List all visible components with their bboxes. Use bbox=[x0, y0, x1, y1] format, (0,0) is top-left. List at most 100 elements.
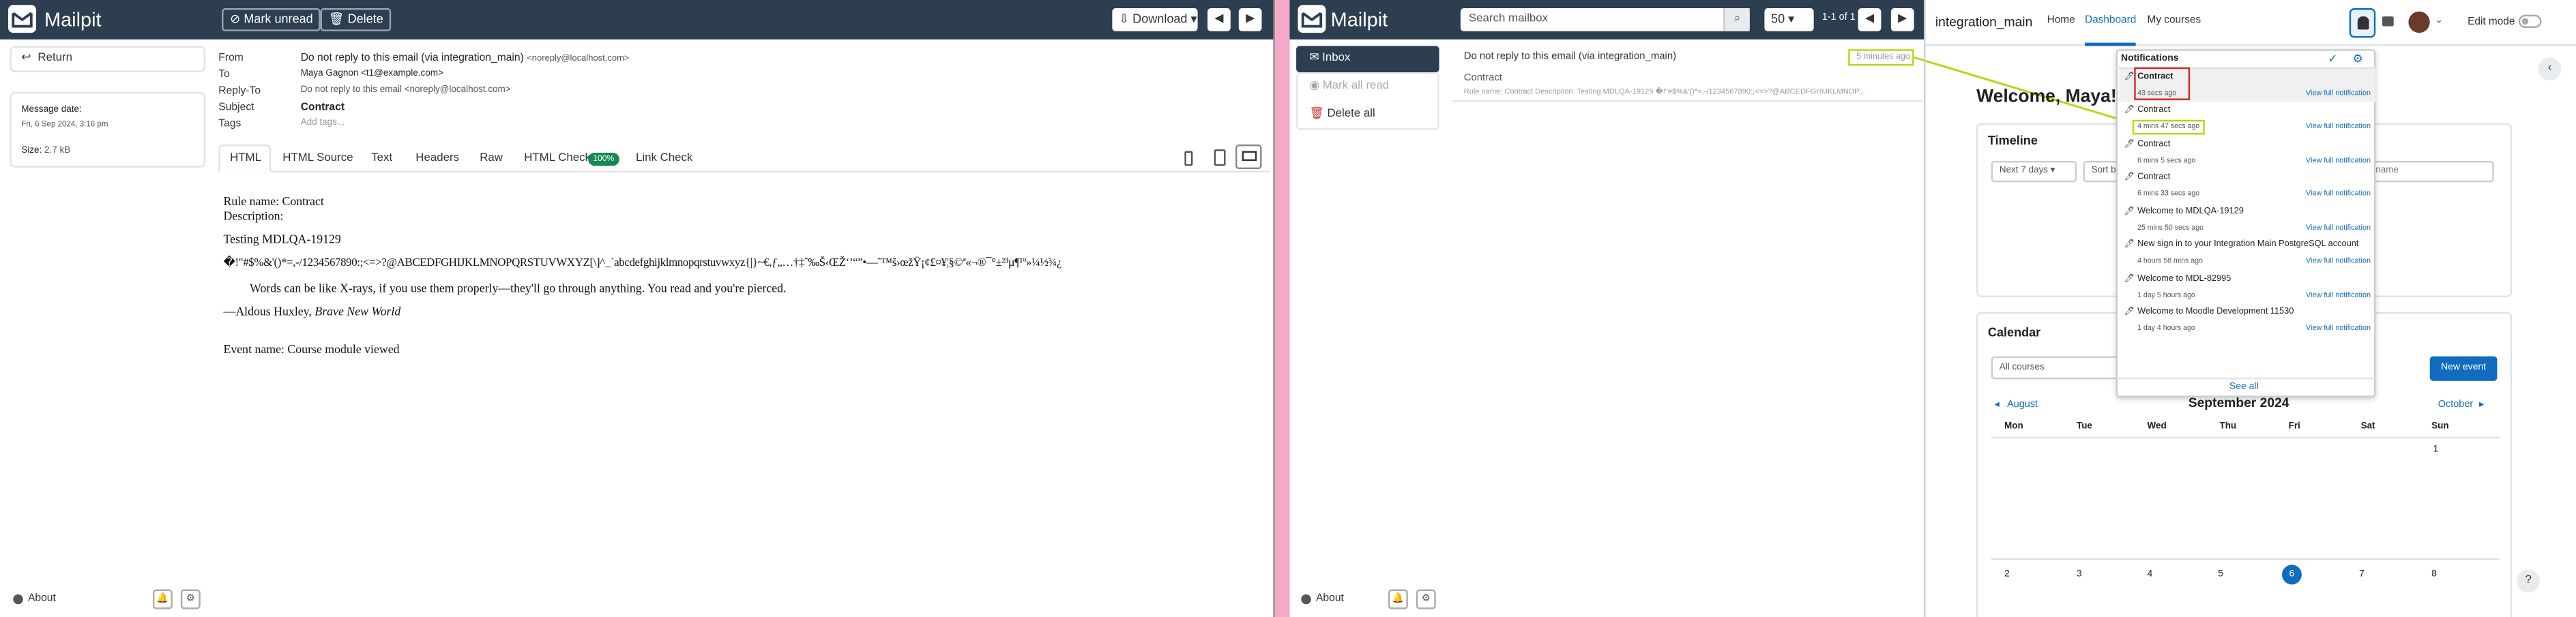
weekday-fri: Fri bbox=[2288, 421, 2300, 432]
notification-bell-button[interactable]: 🔔 bbox=[152, 589, 173, 610]
drawer-toggle-button[interactable]: ‹ bbox=[2538, 57, 2562, 81]
next-page-button[interactable]: ▶ bbox=[1890, 8, 1914, 31]
tab-link-check[interactable]: Link Check bbox=[636, 149, 692, 169]
calendar-prev-month[interactable]: ◂ August bbox=[1995, 399, 2038, 410]
weekday-tue: Tue bbox=[2076, 421, 2092, 432]
tab-raw[interactable]: Raw bbox=[480, 149, 503, 169]
calendar-day[interactable]: 3 bbox=[2077, 570, 2082, 580]
chevron-right-icon: ▶ bbox=[1246, 13, 1255, 25]
calendar-day[interactable]: 2 bbox=[2004, 570, 2010, 580]
chevron-down-icon[interactable]: ⌄ bbox=[2435, 15, 2443, 26]
mobile-view-icon[interactable] bbox=[1184, 151, 1193, 166]
tab-html-check[interactable]: HTML Check bbox=[524, 149, 591, 169]
notification-item[interactable]: 🖊 Welcome to MDL-82995 1 day 5 hours ago… bbox=[2120, 271, 2376, 303]
mailpit-brand[interactable]: Mailpit bbox=[44, 8, 102, 31]
notification-bell-button-2[interactable]: 🔔 bbox=[1388, 589, 1408, 610]
mailpit-logo-icon[interactable] bbox=[8, 5, 36, 33]
tab-headers[interactable]: Headers bbox=[415, 149, 459, 169]
tab-html-source[interactable]: HTML Source bbox=[282, 149, 353, 169]
download-button[interactable]: ⇩ Download ▾ bbox=[1112, 8, 1198, 31]
calendar-today[interactable]: 6 bbox=[2281, 565, 2302, 585]
nav-home[interactable]: Home bbox=[2047, 15, 2075, 27]
see-all-link[interactable]: See all bbox=[2229, 382, 2259, 392]
calendar-header-line bbox=[1991, 436, 2501, 438]
to-label: To bbox=[218, 69, 230, 81]
return-arrow-icon: ↩ bbox=[21, 52, 31, 64]
weekday-wed: Wed bbox=[2147, 421, 2167, 432]
notification-item[interactable]: 🖊 Welcome to Moodle Development 11530 1 … bbox=[2120, 304, 2376, 337]
mailpit-logo-icon-2[interactable] bbox=[1298, 5, 1326, 33]
about-link[interactable]: About bbox=[28, 592, 56, 604]
calendar-month-title: September 2024 bbox=[2188, 395, 2289, 411]
html-check-badge: 100% bbox=[588, 152, 619, 166]
bell-icon bbox=[2357, 16, 2369, 30]
timeline-search-input[interactable]: name bbox=[2369, 161, 2494, 183]
eye-slash-icon: ⊘ bbox=[230, 11, 244, 27]
notification-item[interactable]: 🖊 Contract 6 mins 5 secs ago View full n… bbox=[2120, 136, 2376, 169]
desktop-view-icon bbox=[1242, 151, 1257, 162]
notification-item[interactable]: 🖊 New sign in to your Integration Main P… bbox=[2120, 237, 2376, 269]
subject-value: Contract bbox=[300, 102, 345, 114]
pencil-icon: 🖊 bbox=[2124, 307, 2135, 317]
edit-mode-toggle[interactable] bbox=[2518, 14, 2542, 28]
tags-input[interactable]: Add tags... bbox=[301, 118, 345, 127]
calendar-courses-select[interactable]: All courses bbox=[1991, 356, 2120, 380]
pencil-icon: 🖊 bbox=[2124, 239, 2135, 250]
calendar-day[interactable]: 5 bbox=[2218, 570, 2223, 580]
tablet-view-icon[interactable] bbox=[1214, 149, 1226, 166]
middle-pane-border bbox=[1924, 0, 1926, 617]
nav-dashboard[interactable]: Dashboard bbox=[2085, 15, 2136, 27]
menu-box-border bbox=[1296, 72, 1439, 130]
notification-settings-gear-icon[interactable]: ⚙ bbox=[2353, 52, 2363, 65]
timeline-filter-select[interactable]: Next 7 days ▾ bbox=[1991, 161, 2077, 183]
calendar-day[interactable]: 1 bbox=[2433, 445, 2439, 455]
about-link-2[interactable]: About bbox=[1316, 592, 1344, 604]
mailpit-brand-2[interactable]: Mailpit bbox=[1331, 8, 1388, 31]
return-link-box[interactable]: ↩ Return bbox=[10, 46, 206, 72]
desktop-view-button[interactable] bbox=[1235, 144, 1262, 170]
new-event-button[interactable]: New event bbox=[2429, 356, 2498, 381]
message-age: 5 minutes ago bbox=[1856, 52, 1910, 63]
delete-button[interactable]: 🗑 Delete bbox=[320, 8, 392, 31]
user-avatar[interactable] bbox=[2408, 11, 2430, 33]
calendar-day[interactable]: 8 bbox=[2431, 570, 2437, 580]
nav-my-courses[interactable]: My courses bbox=[2148, 15, 2201, 27]
message-from: Do not reply to this email (via integrat… bbox=[1463, 50, 1677, 63]
notifications-title: Notifications bbox=[2120, 54, 2179, 64]
search-input[interactable]: Search mailbox ⌕ bbox=[1460, 8, 1750, 31]
inbox-menu-item[interactable]: ✉ Inbox bbox=[1296, 46, 1439, 72]
prev-message-button[interactable]: ◀ bbox=[1208, 8, 1231, 31]
messages-icon[interactable] bbox=[2382, 16, 2394, 27]
per-page-select[interactable]: 50 ▾ bbox=[1764, 8, 1814, 31]
message-date-value: Fri, 6 Sep 2024, 3:16 pm bbox=[21, 121, 108, 130]
weekday-mon: Mon bbox=[2004, 421, 2023, 432]
nav-dashboard-underline bbox=[2085, 42, 2136, 46]
calendar-day[interactable]: 4 bbox=[2148, 570, 2153, 580]
mark-all-read-check-icon[interactable]: ✓ bbox=[2328, 52, 2337, 65]
tab-text[interactable]: Text bbox=[371, 149, 392, 169]
timeline-sort-select[interactable]: Sort b bbox=[2083, 161, 2120, 183]
next-message-button[interactable]: ▶ bbox=[1238, 8, 1262, 31]
pink-divider bbox=[1274, 0, 1290, 617]
notification-item[interactable]: 🖊 Contract 6 mins 33 secs ago View full … bbox=[2120, 169, 2376, 202]
search-icon[interactable]: ⌕ bbox=[1723, 8, 1750, 31]
pencil-icon: 🖊 bbox=[2124, 172, 2135, 183]
about-info-icon bbox=[13, 594, 23, 605]
notification-item[interactable]: 🖊 Welcome to MDLQA-19129 25 mins 50 secs… bbox=[2120, 204, 2376, 237]
message-snippet: Rule name: Contract Description: Testing… bbox=[1463, 87, 1865, 95]
to-value: Maya Gagnon <t1@example.com> bbox=[300, 69, 443, 79]
return-link[interactable]: Return bbox=[38, 52, 72, 64]
tab-html[interactable]: HTML bbox=[230, 149, 261, 169]
mark-unread-button[interactable]: ⊘ Mark unread bbox=[222, 8, 321, 31]
calendar-next-month[interactable]: October ▸ bbox=[2438, 399, 2485, 410]
calendar-day[interactable]: 7 bbox=[2359, 570, 2365, 580]
settings-button-2[interactable]: ⚙ bbox=[1416, 589, 1436, 610]
settings-button[interactable]: ⚙ bbox=[180, 589, 201, 610]
help-button[interactable]: ? bbox=[2517, 569, 2541, 593]
trash-icon: 🗑 bbox=[328, 11, 348, 27]
moodle-site-name[interactable]: integration_main bbox=[1935, 15, 2032, 30]
prev-page-button[interactable]: ◀ bbox=[1858, 8, 1882, 31]
notification-bell-toggle[interactable] bbox=[2349, 8, 2376, 38]
pencil-icon: 🖊 bbox=[2124, 72, 2135, 82]
weekday-sat: Sat bbox=[2360, 421, 2375, 432]
